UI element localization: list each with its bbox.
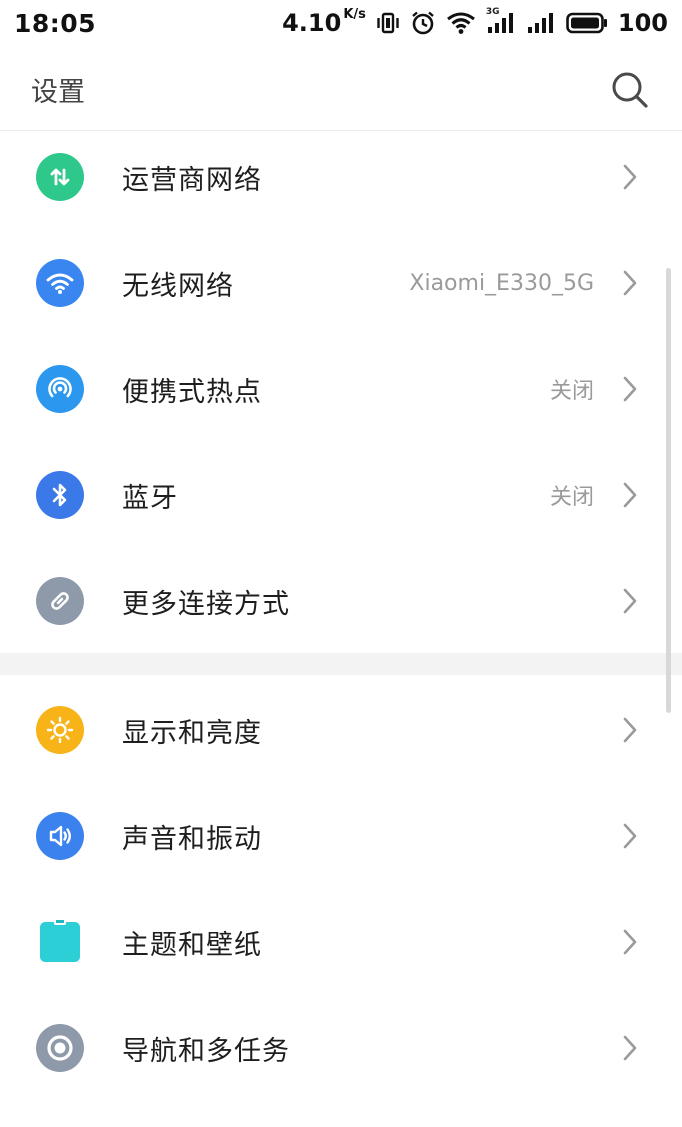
settings-item-hotspot[interactable]: 便携式热点 关闭 — [0, 336, 682, 442]
battery-icon — [566, 12, 608, 34]
settings-item-label: 运营商网络 — [122, 164, 262, 196]
network-speed-value: 4.10 — [282, 9, 342, 37]
connection-settings-list: 运营商网络 无线网络 Xiaomi_E330_5G 便携式热点 关闭 蓝牙 关闭… — [0, 124, 682, 654]
settings-item-sound-vibration[interactable]: 声音和振动 — [0, 783, 682, 889]
alarm-icon — [410, 10, 436, 36]
hotspot-icon — [36, 365, 84, 413]
chevron-right-icon — [623, 376, 637, 402]
cellular-signal-icon — [526, 11, 556, 35]
network-speed: 4.10 K/s — [282, 7, 366, 37]
chevron-right-icon — [623, 588, 637, 614]
settings-item-carrier-network[interactable]: 运营商网络 — [0, 124, 682, 230]
navigation-icon — [36, 1024, 84, 1072]
search-button[interactable] — [608, 68, 652, 112]
settings-item-label: 声音和振动 — [122, 823, 262, 855]
settings-item-label: 主题和壁纸 — [122, 929, 262, 961]
wifi-icon — [36, 259, 84, 307]
chevron-right-icon — [623, 929, 637, 955]
chevron-right-icon — [623, 1035, 637, 1061]
settings-item-wifi[interactable]: 无线网络 Xiaomi_E330_5G — [0, 230, 682, 336]
settings-item-label: 导航和多任务 — [122, 1035, 290, 1067]
chevron-right-icon — [623, 717, 637, 743]
settings-item-label: 更多连接方式 — [122, 588, 290, 620]
section-divider — [0, 653, 682, 675]
device-settings-list: 显示和亮度 声音和振动 主题和壁纸 导航和多任务 — [0, 677, 682, 1101]
settings-item-label: 蓝牙 — [122, 482, 178, 514]
cellular-3g-icon: 3G — [486, 7, 516, 35]
mobile-data-icon — [36, 153, 84, 201]
settings-item-navigation-multitask[interactable]: 导航和多任务 — [0, 995, 682, 1101]
chevron-right-icon — [623, 482, 637, 508]
status-time: 18:05 — [14, 8, 97, 38]
page-title: 设置 — [31, 77, 85, 108]
theme-icon — [36, 918, 84, 966]
status-bar: 18:05 4.10 K/s 3G 100 — [0, 0, 682, 46]
status-icons: 4.10 K/s 3G 100 — [282, 7, 668, 37]
chevron-right-icon — [623, 164, 637, 190]
settings-item-value: Xiaomi_E330_5G — [409, 270, 594, 296]
sound-icon — [36, 812, 84, 860]
search-icon — [612, 72, 648, 108]
network-type-label: 3G — [485, 7, 500, 17]
wifi-status-icon — [446, 11, 476, 35]
chevron-right-icon — [623, 270, 637, 296]
chevron-right-icon — [623, 823, 637, 849]
settings-item-value: 关闭 — [549, 379, 594, 404]
network-speed-unit: K/s — [343, 7, 366, 22]
link-icon — [36, 577, 84, 625]
battery-level: 100 — [617, 9, 668, 37]
bluetooth-icon — [36, 471, 84, 519]
vibrate-icon — [376, 11, 400, 35]
settings-header: 设置 — [0, 46, 682, 131]
settings-item-theme-wallpaper[interactable]: 主题和壁纸 — [0, 889, 682, 995]
settings-item-more-connections[interactable]: 更多连接方式 — [0, 548, 682, 654]
brightness-icon — [36, 706, 84, 754]
settings-item-label: 便携式热点 — [122, 376, 262, 408]
settings-item-label: 无线网络 — [122, 270, 234, 302]
settings-item-display-brightness[interactable]: 显示和亮度 — [0, 677, 682, 783]
settings-item-bluetooth[interactable]: 蓝牙 关闭 — [0, 442, 682, 548]
settings-item-label: 显示和亮度 — [122, 717, 262, 749]
settings-item-value: 关闭 — [549, 485, 594, 510]
scrollbar[interactable] — [666, 268, 671, 713]
